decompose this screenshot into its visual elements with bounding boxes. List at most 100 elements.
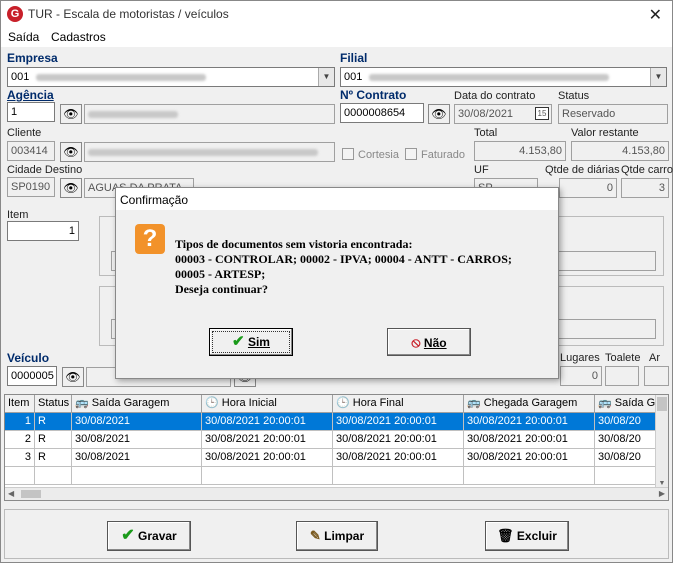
dialog-message-line: 00003 - CONTROLAR; 00002 - IPVA; 00004 -… [175, 252, 512, 266]
cidade-code-field[interactable]: SP0190 [7, 177, 55, 197]
col-header-item[interactable]: Item [5, 395, 35, 413]
chevron-down-icon[interactable]: ▼ [650, 68, 666, 86]
item-label: Item [7, 209, 29, 221]
empresa-select[interactable]: 001 ▼ [7, 67, 335, 87]
menu-bar: Saída Cadastros [1, 29, 672, 47]
table-row[interactable]: 3 R 30/08/2021 30/08/2021 20:00:01 30/08… [5, 449, 657, 467]
empresa-label: Empresa [7, 51, 58, 65]
filial-label: Filial [340, 51, 368, 65]
menu-cadastros[interactable]: Cadastros [51, 30, 106, 44]
binoculars-icon[interactable]: 👁 [428, 104, 450, 124]
binoculars-icon[interactable]: 👁 [60, 104, 82, 124]
agencia-name-field [84, 104, 335, 124]
sim-label: Sim [247, 335, 270, 349]
lugares-field: 0 [560, 366, 602, 386]
window-title: TUR - Escala de motoristas / veículos [28, 7, 229, 21]
data-contrato-field[interactable]: 30/08/2021 15 [454, 104, 552, 124]
binoculars-icon[interactable]: 👁 [60, 178, 82, 198]
no-entry-icon: ⦸ [411, 334, 421, 350]
cell-hora-inicial: 30/08/2021 20:00:01 [202, 413, 333, 431]
cell-item: 2 [5, 431, 35, 449]
col-header-hora-inicial-label: Hora Inicial [221, 397, 277, 409]
gravar-button[interactable]: ✔ Gravar [107, 521, 191, 551]
item-input[interactable]: 1 [7, 221, 79, 241]
dialog-title: Confirmação [116, 188, 558, 210]
veiculo-input[interactable]: 0000005 [7, 366, 57, 386]
menu-saida[interactable]: Saída [8, 30, 39, 44]
cliente-code-field[interactable]: 003414 [7, 141, 55, 161]
cell-status: R [35, 413, 72, 431]
cell-saida-garagem: 30/08/2021 [72, 431, 202, 449]
col-header-chegada-garagem[interactable]: 🚌 Chegada Garagem [464, 395, 595, 413]
agencia-label: Agência [7, 88, 54, 102]
total-label: Total [474, 127, 498, 139]
scroll-left-icon[interactable]: ◀ [8, 489, 14, 498]
table-row[interactable] [5, 467, 657, 485]
table-row[interactable]: 1 R 30/08/2021 30/08/2021 20:00:01 30/08… [5, 413, 657, 431]
col-header-hora-final-label: Hora Final [352, 397, 404, 409]
close-icon[interactable]: ✕ [649, 5, 662, 25]
dialog-message-line: Deseja continuar? [175, 282, 268, 296]
cell-saida-g: 30/08/20 [595, 431, 657, 449]
nao-button[interactable]: ⦸ Não [387, 328, 471, 356]
scroll-thumb[interactable] [657, 397, 667, 411]
title-bar: G TUR - Escala de motoristas / veículos … [1, 1, 672, 29]
app-logo-icon: G [7, 6, 23, 22]
cell-hora-inicial: 30/08/2021 20:00:01 [202, 449, 333, 467]
cell-hora-inicial: 30/08/2021 20:00:01 [202, 431, 333, 449]
chevron-down-icon[interactable]: ▼ [318, 68, 334, 86]
question-warning-icon: ? [135, 224, 165, 254]
binoculars-icon[interactable]: 👁 [62, 367, 84, 387]
data-contrato-label: Data do contrato [454, 90, 536, 102]
n-contrato-label: Nº Contrato [340, 88, 407, 102]
qtde-diarias-field: 0 [559, 178, 617, 198]
cell-item: 3 [5, 449, 35, 467]
clock-icon: 🕒 [336, 397, 350, 409]
binoculars-icon[interactable]: 👁 [60, 142, 82, 162]
empresa-code: 001 [11, 71, 30, 83]
faturado-checkbox[interactable] [405, 148, 417, 160]
trash-icon: 🗑 [497, 528, 514, 543]
toalete-field [605, 366, 639, 386]
cell-status: R [35, 431, 72, 449]
table-header: Item Status 🚌 Saída Garagem 🕒 Hora Inici… [5, 395, 657, 413]
schedule-table[interactable]: Item Status 🚌 Saída Garagem 🕒 Hora Inici… [4, 394, 669, 501]
confirmation-dialog: Confirmação ? Tipos de documentos sem vi… [115, 187, 559, 379]
cell-status: R [35, 449, 72, 467]
horizontal-scrollbar[interactable]: ◀ ▶ [5, 487, 668, 500]
cidade-destino-label: Cidade Destino [7, 164, 83, 176]
col-header-saida-garagem[interactable]: 🚌 Saída Garagem [72, 395, 202, 413]
bus-icon: 🚌 [598, 397, 612, 409]
table-row[interactable]: 2 R 30/08/2021 30/08/2021 20:00:01 30/08… [5, 431, 657, 449]
col-header-status[interactable]: Status [35, 395, 72, 413]
scroll-right-icon[interactable]: ▶ [659, 489, 665, 498]
filial-select[interactable]: 001 ▼ [340, 67, 667, 87]
vertical-scrollbar[interactable]: ▼ [655, 395, 668, 489]
col-header-saida-g-label: Saída G [614, 397, 656, 409]
n-contrato-input[interactable]: 0000008654 [340, 103, 424, 123]
qtde-diarias-label: Qtde de diárias [545, 164, 620, 176]
status-label: Status [558, 90, 590, 102]
col-header-hora-inicial[interactable]: 🕒 Hora Inicial [202, 395, 333, 413]
nao-label: Não [423, 336, 447, 350]
col-header-chegada-garagem-label: Chegada Garagem [483, 397, 578, 409]
agencia-code-input[interactable]: 1 [7, 102, 55, 122]
cortesia-checkbox[interactable] [342, 148, 354, 160]
cell-saida-g: 30/08/20 [595, 449, 657, 467]
limpar-button[interactable]: ✎ Limpar [296, 521, 378, 551]
scroll-down-icon[interactable]: ▼ [656, 480, 668, 487]
main-window: G TUR - Escala de motoristas / veículos … [0, 0, 673, 563]
excluir-button[interactable]: 🗑 Excluir [485, 521, 569, 551]
uf-label: UF [474, 164, 489, 176]
clock-icon: 🕒 [205, 397, 219, 409]
sim-button[interactable]: ✔ Sim [209, 328, 293, 356]
col-header-saida-g[interactable]: 🚌 Saída G [595, 395, 657, 413]
qtde-carro-label: Qtde carro [621, 164, 673, 176]
calendar-icon[interactable]: 15 [535, 107, 549, 120]
dialog-message-line: Tipos de documentos sem vistoria encontr… [175, 237, 413, 251]
qtde-carro-field: 3 [621, 178, 669, 198]
scroll-h-thumb[interactable] [21, 490, 41, 498]
lugares-label: Lugares [560, 352, 600, 364]
ar-label: Ar [649, 352, 660, 364]
col-header-hora-final[interactable]: 🕒 Hora Final [333, 395, 464, 413]
